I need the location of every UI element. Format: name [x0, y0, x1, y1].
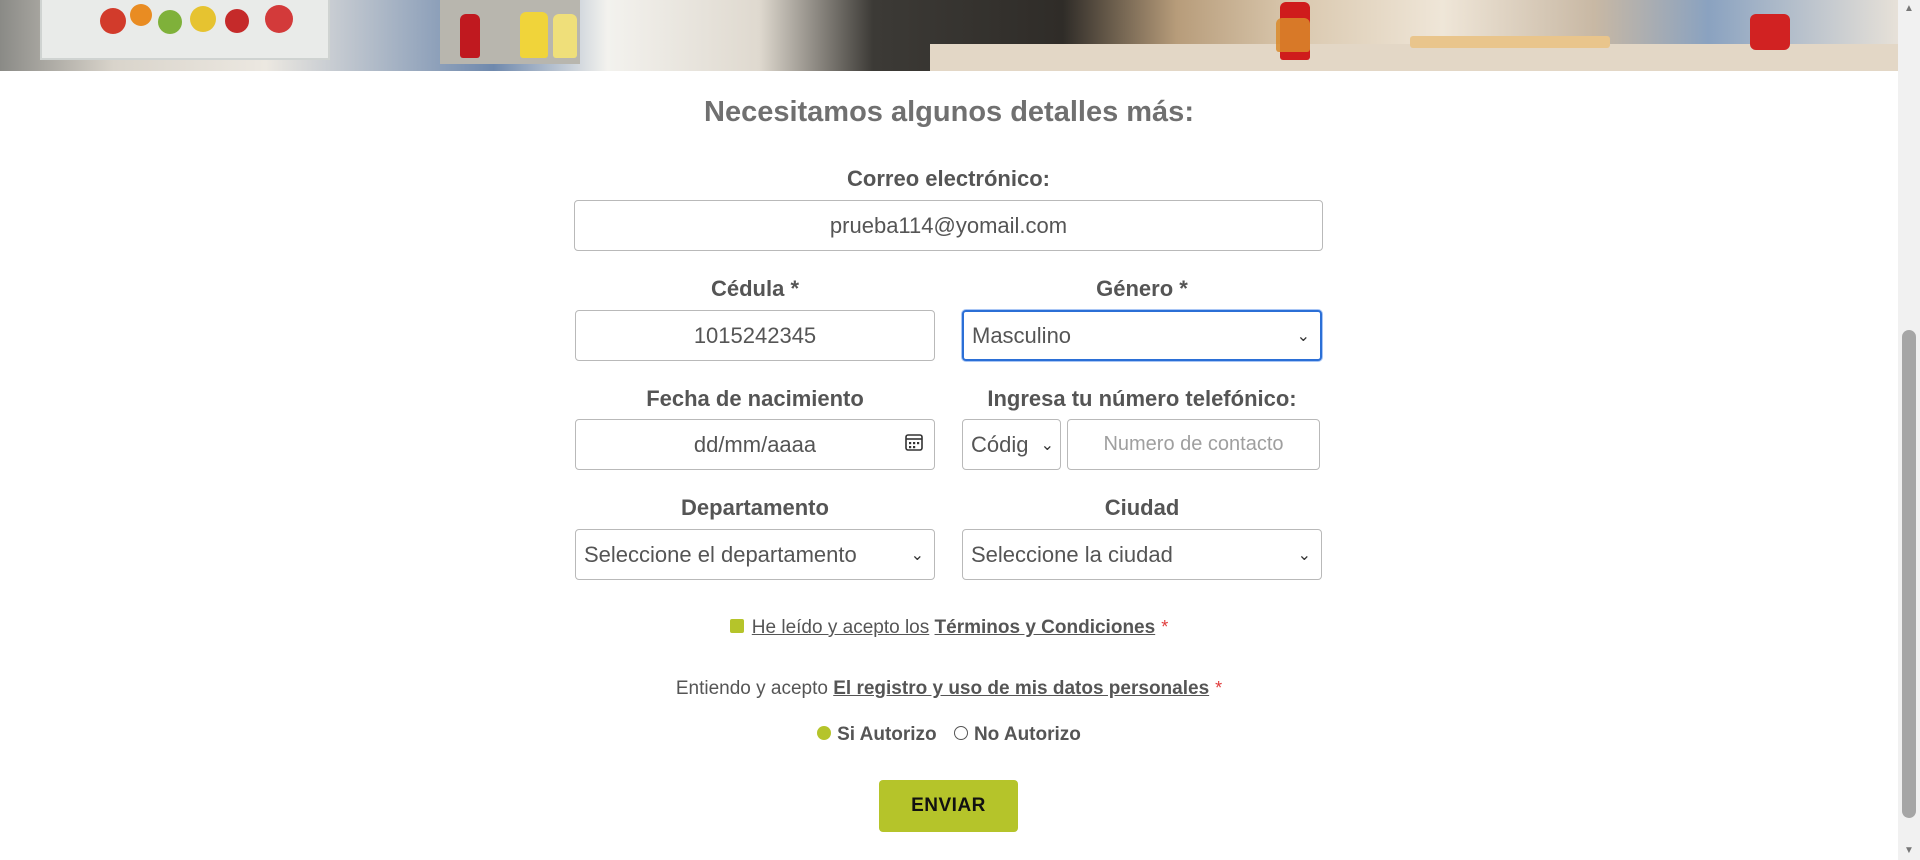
fruit-shape	[265, 5, 293, 33]
authorization-radio-group: Si Autorizo No Autorizo	[0, 724, 1898, 746]
genero-label: Género *	[1096, 276, 1188, 301]
birthdate-input[interactable]: dd/mm/aaaa	[575, 419, 935, 470]
ciudad-value: Seleccione la ciudad	[971, 541, 1173, 567]
phone-code-value: Códig	[971, 431, 1029, 457]
genero-select[interactable]: Masculino ⌄	[962, 310, 1322, 361]
terms-checkbox[interactable]	[729, 618, 744, 633]
birthdate-label: Fecha de nacimiento	[646, 386, 864, 411]
calendar-icon[interactable]	[904, 432, 924, 458]
email-value: prueba114@yomail.com	[829, 212, 1068, 238]
terms-required-mark: *	[1161, 617, 1169, 637]
departamento-label: Departamento	[681, 495, 829, 520]
departamento-value: Seleccione el departamento	[584, 541, 857, 567]
email-field[interactable]: prueba114@yomail.com	[574, 200, 1323, 251]
genero-value: Masculino	[972, 322, 1072, 348]
fruit-shape	[190, 6, 216, 32]
chevron-down-icon: ⌄	[1296, 327, 1310, 345]
chevron-down-icon: ⌄	[1040, 436, 1054, 454]
terms-link[interactable]: Términos y Condiciones	[935, 617, 1156, 638]
cedula-field[interactable]: 1015242345	[575, 310, 935, 361]
birthdate-placeholder: dd/mm/aaaa	[693, 431, 817, 457]
form-title: Necesitamos algunos detalles más:	[704, 96, 1194, 128]
radio-no-label: No Autorizo	[973, 724, 1081, 745]
terms-row: He leído y acepto los Términos y Condici…	[0, 617, 1898, 639]
radio-selected-icon[interactable]	[817, 725, 832, 740]
departamento-select[interactable]: Seleccione el departamento ⌄	[575, 529, 935, 580]
ciudad-select[interactable]: Seleccione la ciudad ⌄	[962, 529, 1322, 580]
cup-shape	[1750, 14, 1790, 50]
radio-unselected-icon[interactable]	[953, 725, 968, 740]
phone-label: Ingresa tu número telefónico:	[987, 386, 1297, 411]
data-usage-row: Entiendo y acepto El registro y uso de m…	[0, 678, 1898, 700]
bottle-shape	[520, 12, 548, 58]
scroll-down-arrow-icon[interactable]: ▼	[1898, 842, 1920, 860]
page-scrollbar[interactable]: ▲ ▼	[1898, 0, 1920, 860]
jar-shape	[1276, 18, 1310, 52]
email-label: Correo electrónico:	[847, 166, 1050, 191]
fruit-shape	[130, 4, 152, 26]
bottle-shape	[553, 14, 577, 58]
scroll-thumb[interactable]	[1902, 330, 1916, 818]
radio-no-autorizo[interactable]: No Autorizo	[953, 724, 1081, 746]
scroll-up-arrow-icon[interactable]: ▲	[1898, 0, 1920, 18]
fruit-shape	[225, 9, 249, 33]
hero-banner-image	[0, 0, 1898, 71]
submit-button[interactable]: ENVIAR	[879, 780, 1018, 832]
fruit-shape	[158, 10, 182, 34]
cutting-board-shape	[1410, 36, 1610, 48]
phone-number-input[interactable]: Numero de contacto	[1067, 419, 1320, 470]
ciudad-label: Ciudad	[1104, 495, 1180, 520]
terms-prefix[interactable]: He leído y acepto los	[752, 617, 929, 638]
data-usage-required-mark: *	[1215, 678, 1223, 698]
fruit-shape	[100, 8, 126, 34]
data-usage-prefix: Entiendo y acepto	[675, 678, 828, 699]
radio-si-autorizo[interactable]: Si Autorizo	[817, 724, 937, 746]
cedula-value: 1015242345	[693, 322, 817, 348]
bottle-shape	[460, 14, 480, 58]
phone-code-select[interactable]: Códig ⌄	[962, 419, 1061, 470]
data-usage-link[interactable]: El registro y uso de mis datos personale…	[833, 678, 1209, 699]
phone-number-placeholder: Numero de contacto	[1103, 433, 1284, 455]
radio-si-label: Si Autorizo	[837, 724, 937, 745]
cedula-label: Cédula *	[710, 276, 800, 301]
chevron-down-icon: ⌄	[1297, 546, 1311, 564]
chevron-down-icon: ⌄	[910, 546, 924, 564]
